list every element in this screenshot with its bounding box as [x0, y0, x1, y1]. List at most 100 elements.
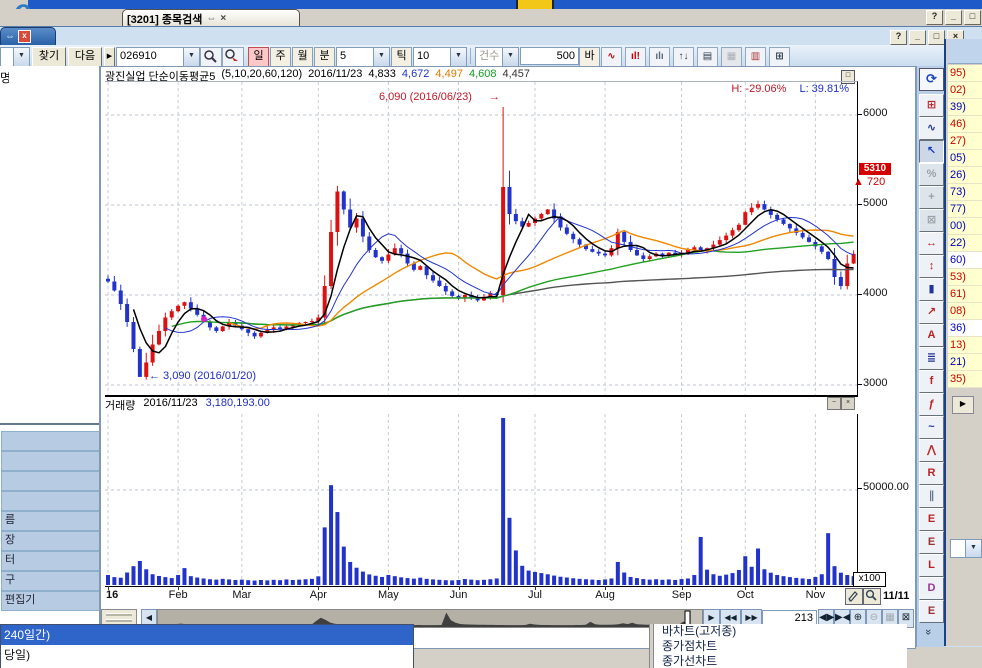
vertical-line-icon[interactable]: ↕	[919, 255, 944, 278]
volume-histogram-red-icon[interactable]: ıl!	[625, 47, 646, 67]
refresh-icon[interactable]: ⟳	[919, 68, 944, 91]
axis-tick	[745, 586, 746, 590]
period-list-item[interactable]: 당일)	[1, 645, 413, 665]
chevron-down-icon[interactable]: ▼	[373, 48, 389, 66]
next-button[interactable]: 다음	[68, 47, 102, 67]
draw-pencil-button[interactable]	[845, 588, 863, 605]
price-pane[interactable]	[105, 81, 858, 397]
cursor-select-icon[interactable]: ↖	[919, 140, 944, 163]
sidebar-item[interactable]: 장	[1, 531, 100, 551]
divergence-icon[interactable]: D	[919, 577, 944, 600]
period-minute-button[interactable]: 분	[314, 47, 335, 67]
next-arrow-button[interactable]: ▶	[952, 396, 974, 414]
line-indicator-icon[interactable]: ∿	[601, 47, 622, 67]
chevron-down-icon[interactable]: ▼	[13, 48, 29, 66]
sidebar-item[interactable]	[1, 491, 100, 511]
volume-pane-close-button[interactable]: ×	[841, 397, 855, 410]
tab-stock-search[interactable]: [3201] 종목검색 ⇔ ×	[122, 9, 300, 27]
quote-value: 13)	[948, 337, 982, 354]
mini-chart-icon[interactable]: ∿	[919, 117, 944, 140]
sidebar-item[interactable]: 름	[1, 511, 100, 531]
chevron-down-icon[interactable]: ▼	[450, 48, 466, 66]
chevron-down-icon[interactable]: ▼	[965, 540, 981, 557]
period-tick-button[interactable]: 틱	[391, 47, 412, 67]
trend-line-icon[interactable]: ↗	[919, 301, 944, 324]
horizontal-line-icon[interactable]: ↔	[919, 232, 944, 255]
axis-tick	[857, 294, 862, 295]
period-month-button[interactable]: 월	[292, 47, 313, 67]
sidebar-item[interactable]: 구	[1, 571, 100, 591]
front-window-tab[interactable]: ⇔ x	[0, 27, 56, 45]
more-tools-icon[interactable]: »	[922, 629, 934, 635]
period-list-item[interactable]: 240일간)	[1, 625, 413, 645]
chart-type-item[interactable]: 종가선차트	[650, 654, 907, 668]
advanced-search-button[interactable]	[222, 47, 244, 67]
stock-code-combo[interactable]: 026910 ▼	[116, 47, 200, 67]
axis-end-date: 11/11	[883, 590, 909, 602]
volume-histogram-icon[interactable]: ılı	[649, 47, 670, 67]
range-flag-icon[interactable]: ▮	[919, 278, 944, 301]
tick-combo[interactable]: 10 ▼	[413, 47, 467, 67]
fibonacci-icon[interactable]: f	[919, 370, 944, 393]
chart-type-item[interactable]: 종가점차트	[650, 639, 907, 654]
chart-date: 2016/11/23	[308, 68, 362, 81]
axis-tick	[388, 586, 389, 590]
grid-settings-icon[interactable]: ⊞	[769, 47, 790, 67]
chart-title: 광진실업 단순이동평균5	[105, 68, 215, 81]
sidebar-item[interactable]	[1, 451, 100, 471]
fan-line-icon[interactable]: ƒ	[919, 393, 944, 416]
sidebar-item[interactable]	[1, 471, 100, 491]
volume-pane-minimize-button[interactable]: −	[827, 397, 841, 410]
elliott-impulse-icon[interactable]: E	[919, 531, 944, 554]
background-combo[interactable]: ▼	[950, 539, 982, 558]
minute-combo[interactable]: 5 ▼	[336, 47, 390, 67]
chart-type-item[interactable]: 바차트(고저종)	[650, 624, 907, 639]
pattern-tool-icon[interactable]: ⋀	[919, 439, 944, 462]
quote-value: 27)	[948, 133, 982, 150]
divider	[0, 423, 99, 425]
chart-book-icon[interactable]: ▥	[745, 47, 766, 67]
bar-count-input[interactable]: 500	[520, 47, 579, 65]
find-button[interactable]: 찾기	[32, 47, 66, 67]
channel-icon[interactable]: ∥	[919, 485, 944, 508]
tab-close-icon[interactable]: ×	[220, 13, 226, 24]
background-quote-panel: ▶ ▼ 95)02)39)46)27)05)26)73)77)00)22)60)…	[944, 39, 982, 646]
indicator-grid-icon[interactable]: ⊞	[919, 94, 944, 117]
volume-value: 3,180,193.00	[206, 397, 270, 413]
sidebar-item[interactable]: 터	[1, 551, 100, 571]
parallel-lines-icon[interactable]: ≣	[919, 347, 944, 370]
left-combo[interactable]: ▼	[0, 47, 30, 67]
elliott-wave-icon[interactable]: E	[919, 508, 944, 531]
print-icon: ▦	[721, 47, 742, 67]
log-scale-icon[interactable]: L	[919, 554, 944, 577]
regression-icon[interactable]: R	[919, 462, 944, 485]
axis-tick	[318, 586, 319, 590]
expand-panel-button[interactable]: ▶	[104, 47, 115, 67]
window-button-maximize[interactable]: □	[928, 30, 945, 45]
chevron-down-icon[interactable]: ▼	[183, 48, 199, 66]
window-button-maximize[interactable]: □	[964, 10, 981, 25]
search-button[interactable]	[200, 47, 222, 67]
period-day-button[interactable]: 일	[248, 47, 269, 67]
date-axis-label: Oct	[730, 589, 760, 601]
close-icon[interactable]: x	[18, 30, 31, 43]
text-note-icon[interactable]: A	[919, 324, 944, 347]
sort-updown-icon[interactable]: ↑↓	[673, 47, 694, 67]
volume-pane[interactable]	[105, 414, 858, 587]
window-button-minimize[interactable]: _	[909, 30, 926, 45]
zoom-lens-button[interactable]	[863, 588, 881, 605]
wave-tool-icon[interactable]: ~	[919, 416, 944, 439]
sidebar-item[interactable]	[1, 431, 100, 451]
chart-type-list: 바차트(고저종)종가점차트종가선차트	[649, 624, 907, 668]
new-chart-icon[interactable]: ▤	[697, 47, 718, 67]
period-week-button[interactable]: 주	[270, 47, 291, 67]
window-button-help[interactable]: ?	[926, 10, 943, 25]
window-button-minimize[interactable]: _	[945, 10, 962, 25]
envelope-icon[interactable]: E	[919, 600, 944, 623]
bar-unit-button[interactable]: 바	[579, 47, 600, 67]
sidebar-item[interactable]: 편집기	[1, 591, 100, 611]
date-axis-label: 16	[106, 589, 136, 601]
stock-code-value: 026910	[117, 48, 183, 66]
axis-tick	[857, 204, 862, 205]
window-button-help[interactable]: ?	[890, 30, 907, 45]
